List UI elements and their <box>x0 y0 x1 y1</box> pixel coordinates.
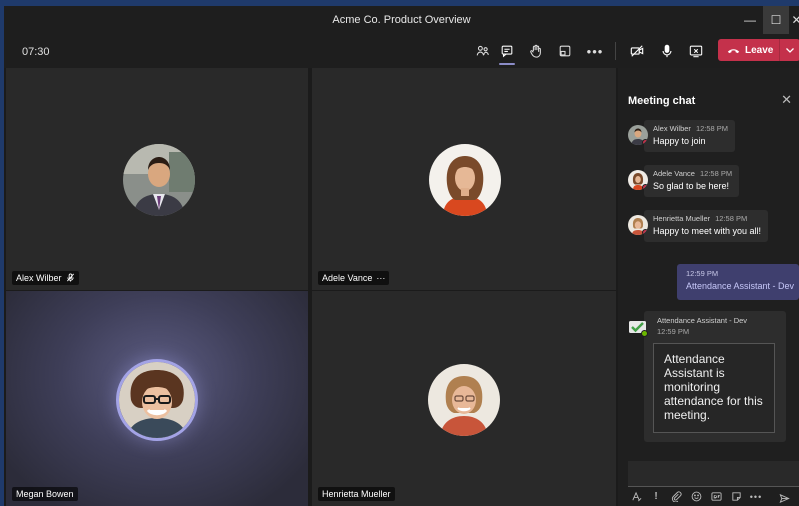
message-text: Happy to join <box>653 136 706 146</box>
participant-tile-speaking[interactable]: Megan Bowen <box>6 291 308 506</box>
more-icon[interactable]: ··· <box>376 273 385 283</box>
participant-nameplate: Adele Vance ··· <box>318 271 390 285</box>
avatar <box>628 170 648 190</box>
toolbar-divider <box>615 42 616 60</box>
close-window-button[interactable]: ✕ <box>790 6 799 34</box>
avatar <box>429 144 501 216</box>
people-icon[interactable] <box>470 39 496 63</box>
chevron-down-icon <box>786 48 794 53</box>
message-sender: Alex Wilber <box>653 124 691 133</box>
chat-message[interactable]: Henrietta Mueller 12:58 PM Happy to meet … <box>628 210 769 242</box>
leave-options-dropdown[interactable] <box>780 39 799 61</box>
more-icon: ••• <box>586 43 604 59</box>
message-bubble: Adele Vance 12:58 PM So glad to be here! <box>644 165 740 197</box>
participant-nameplate: Megan Bowen <box>12 487 78 501</box>
presence-busy-icon <box>642 139 648 145</box>
gif-icon[interactable] <box>708 489 724 505</box>
avatar <box>428 364 500 436</box>
message-time: 12:58 PM <box>715 214 748 223</box>
close-chat-icon[interactable]: ✕ <box>781 92 792 108</box>
participant-name: Adele Vance <box>322 273 373 283</box>
message-sender: Adele Vance <box>653 169 695 178</box>
camera-off-icon[interactable] <box>624 39 650 63</box>
share-screen-stop-icon[interactable] <box>683 39 709 63</box>
message-text: Happy to meet with you all! <box>653 226 762 236</box>
video-stage: Alex Wilber Adele Vance ··· Megan Bowen … <box>4 68 616 506</box>
chat-message[interactable]: Alex Wilber 12:58 PM Happy to join <box>628 120 736 152</box>
participant-nameplate: Henrietta Mueller <box>318 487 395 501</box>
bot-avatar <box>628 317 648 337</box>
chat-title: Meeting chat <box>628 95 696 107</box>
message-time: 12:58 PM <box>695 124 729 133</box>
message-time: 12:59 PM <box>657 327 690 336</box>
send-icon[interactable] <box>776 490 792 506</box>
participant-name: Megan Bowen <box>16 489 74 499</box>
message-text: Attendance Assistant - Dev <box>686 281 795 291</box>
participant-name: Alex Wilber <box>16 273 62 283</box>
bot-chat-message[interactable]: Attendance Assistant - Dev 12:59 PM Atte… <box>628 311 786 442</box>
participant-tile[interactable]: Henrietta Mueller <box>312 291 616 506</box>
participant-name: Henrietta Mueller <box>322 489 391 499</box>
more-icon[interactable]: ••• <box>748 489 764 505</box>
presence-busy-icon <box>642 184 648 190</box>
more-options-button[interactable]: ••• <box>582 39 608 63</box>
meeting-chat-panel: Meeting chat ✕ Alex Wilber 12:58 PM Happy… <box>618 68 799 506</box>
participant-tile[interactable]: Alex Wilber <box>6 68 308 290</box>
message-bubble: Attendance Assistant - Dev 12:59 PM Atte… <box>644 311 786 442</box>
chat-icon[interactable] <box>494 39 520 65</box>
microphone-icon[interactable] <box>654 39 680 63</box>
presence-busy-icon <box>642 229 648 235</box>
phone-hangup-icon <box>727 48 740 53</box>
chat-message[interactable]: Adele Vance 12:58 PM So glad to be here! <box>628 165 740 197</box>
sticker-icon[interactable] <box>728 489 744 505</box>
participant-tile[interactable]: Adele Vance ··· <box>312 68 616 290</box>
leave-label: Leave <box>745 44 774 56</box>
avatar <box>628 125 648 145</box>
meeting-toolbar: 07:30 ••• Leave <box>4 34 799 68</box>
attach-icon[interactable] <box>668 489 684 505</box>
message-text: So glad to be here! <box>653 181 730 191</box>
leave-main[interactable]: Leave <box>718 39 780 61</box>
title-bar: Acme Co. Product Overview — ☐ ✕ <box>4 6 799 34</box>
avatar <box>628 215 648 235</box>
maximize-button[interactable]: ☐ <box>763 6 789 34</box>
message-bubble: Alex Wilber 12:58 PM Happy to join <box>644 120 736 152</box>
presence-available-icon <box>641 330 648 337</box>
format-icon[interactable] <box>628 489 644 505</box>
card-text: Attendance Assistant is monitoring atten… <box>664 352 763 422</box>
chat-active-indicator <box>499 63 515 65</box>
raise-hand-icon[interactable] <box>523 39 549 63</box>
message-sender: Attendance Assistant - Dev <box>657 316 748 325</box>
avatar <box>116 359 198 441</box>
mic-off-icon <box>66 272 75 284</box>
compose-toolbar: ! ••• <box>628 487 799 506</box>
message-sender: Henrietta Mueller <box>653 214 711 223</box>
adaptive-card: Attendance Assistant is monitoring atten… <box>653 343 775 433</box>
message-time: 12:59 PM <box>686 269 719 278</box>
share-tray-icon[interactable] <box>552 39 578 63</box>
meeting-timer: 07:30 <box>22 46 50 58</box>
participant-nameplate: Alex Wilber <box>12 271 79 285</box>
my-chat-message[interactable]: 12:59 PM Attendance Assistant - Dev <box>677 264 799 300</box>
leave-button[interactable]: Leave <box>718 39 799 61</box>
compose-input[interactable] <box>628 461 799 487</box>
avatar <box>123 144 195 216</box>
window-title: Acme Co. Product Overview <box>332 14 471 26</box>
message-bubble: Henrietta Mueller 12:58 PM Happy to meet … <box>644 210 769 242</box>
minimize-button[interactable]: — <box>737 6 763 34</box>
message-time: 12:58 PM <box>699 169 733 178</box>
emoji-icon[interactable] <box>688 489 704 505</box>
important-icon[interactable]: ! <box>648 489 664 505</box>
